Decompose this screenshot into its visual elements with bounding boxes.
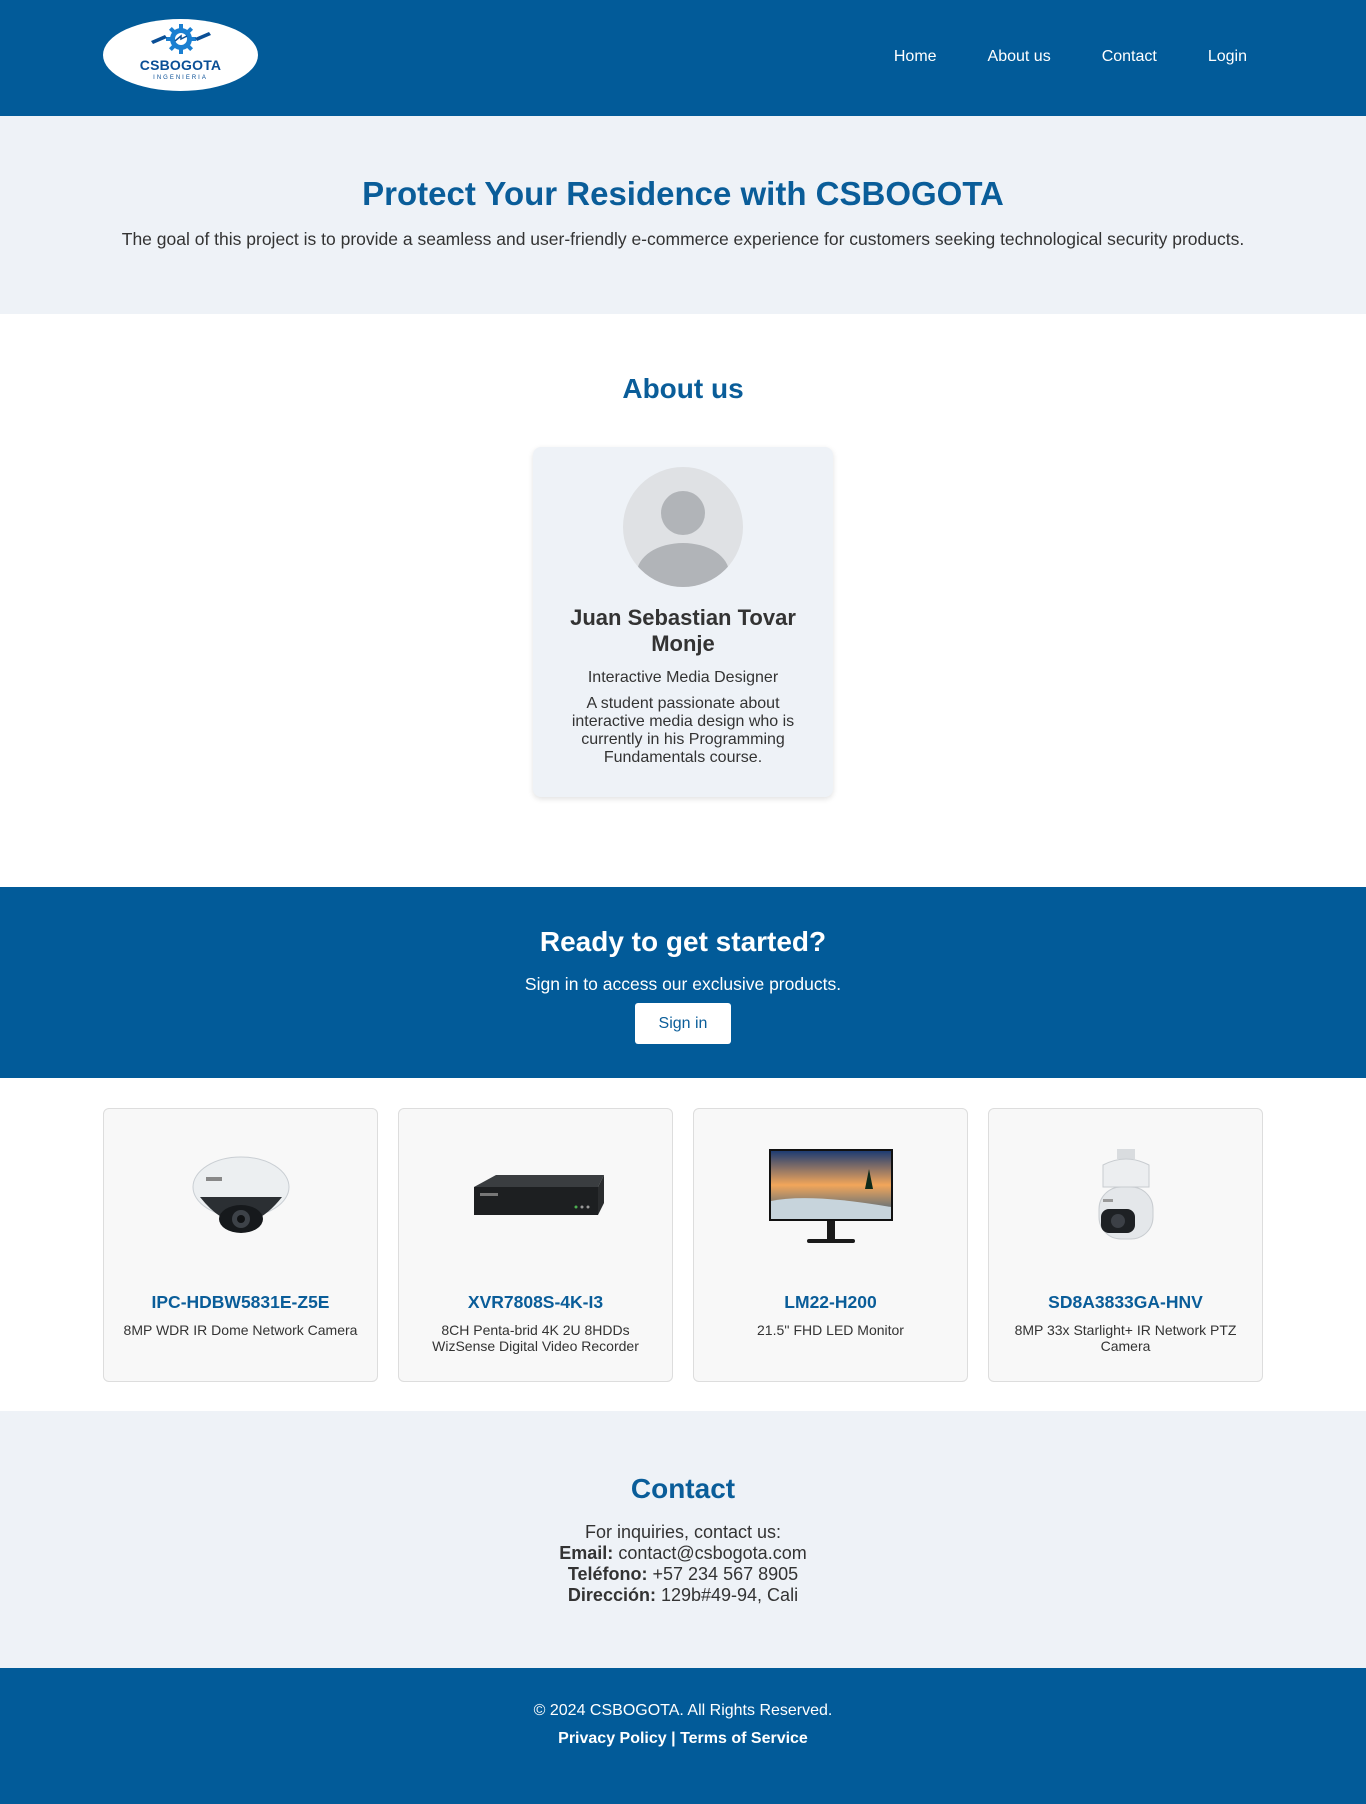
cta-section: Ready to get started? Sign in to access … — [0, 887, 1366, 1078]
address-label: Dirección: — [567, 1585, 656, 1605]
sign-in-button[interactable]: Sign in — [635, 1003, 731, 1044]
avatar-head — [661, 491, 705, 535]
logo-text: CSBOGOTA — [139, 57, 222, 73]
profile-bio: A student passionate about interactive m… — [571, 695, 795, 766]
terms-of-service-link[interactable]: Terms of Service — [680, 1730, 808, 1747]
product-name[interactable]: XVR7808S-4K-I3 — [399, 1292, 672, 1312]
privacy-policy-link[interactable]: Privacy Policy — [558, 1730, 667, 1747]
nav-login[interactable]: Login — [1208, 47, 1247, 67]
product-description: 8MP WDR IR Dome Network Camera — [123, 1322, 358, 1338]
avatar-placeholder-icon — [623, 467, 743, 587]
gear-wrench-icon — [150, 24, 211, 54]
hero-section: Protect Your Residence with CSBOGOTA The… — [0, 116, 1366, 314]
contact-section: Contact For inquiries, contact us: Email… — [0, 1411, 1366, 1668]
footer-separator: | — [671, 1730, 676, 1747]
site-header: CSBOGOTA INGENIERIA Home About us Contac… — [0, 0, 1366, 116]
video-recorder-image — [399, 1149, 672, 1249]
logo-subtitle: INGENIERIA — [153, 75, 208, 81]
contact-email-line: Email: contact@csbogota.com — [0, 1543, 1366, 1564]
about-title: About us — [622, 373, 744, 404]
about-section: About us Juan Sebastian Tovar Monje Inte… — [0, 314, 1366, 887]
contact-details: For inquiries, contact us: Email: contac… — [0, 1522, 1366, 1606]
phone-label: Teléfono: — [567, 1564, 648, 1584]
product-card[interactable]: SD8A3833GA-HNV 8MP 33x Starlight+ IR Net… — [988, 1108, 1263, 1382]
profile-card: Juan Sebastian Tovar Monje Interactive M… — [533, 447, 833, 797]
email-value[interactable]: contact@csbogota.com — [618, 1543, 806, 1563]
copyright-text: © 2024 CSBOGOTA. All Rights Reserved. — [533, 1702, 833, 1719]
cta-text: Sign in to access our exclusive products… — [524, 974, 842, 994]
product-name[interactable]: SD8A3833GA-HNV — [989, 1292, 1262, 1312]
product-card[interactable]: LM22-H200 21.5'' FHD LED Monitor — [693, 1108, 968, 1382]
contact-title: Contact — [630, 1473, 736, 1504]
hero-title: Protect Your Residence with CSBOGOTA — [362, 175, 1004, 212]
profile-name: Juan Sebastian Tovar Monje — [570, 605, 796, 656]
dome-camera-image — [104, 1149, 377, 1249]
hero-text: The goal of this project is to provide a… — [121, 229, 1245, 249]
address-value: 129b#49-94, Cali — [660, 1585, 799, 1605]
site-footer: © 2024 CSBOGOTA. All Rights Reserved. Pr… — [0, 1668, 1366, 1804]
product-name[interactable]: IPC-HDBW5831E-Z5E — [104, 1292, 377, 1312]
contact-address-line: Dirección: 129b#49-94, Cali — [0, 1585, 1366, 1606]
products-section: IPC-HDBW5831E-Z5E 8MP WDR IR Dome Networ… — [0, 1078, 1366, 1411]
nav-contact[interactable]: Contact — [1102, 47, 1157, 67]
monitor-image — [694, 1149, 967, 1249]
nav-home[interactable]: Home — [894, 47, 937, 67]
phone-value: +57 234 567 8905 — [652, 1564, 799, 1584]
nav-about-us[interactable]: About us — [988, 47, 1051, 67]
main-nav: Home About us Contact Login — [894, 47, 1247, 67]
product-description: 8MP 33x Starlight+ IR Network PTZ Camera — [1014, 1322, 1237, 1354]
product-description: 21.5'' FHD LED Monitor — [757, 1322, 904, 1338]
csbogota-logo[interactable]: CSBOGOTA INGENIERIA — [103, 19, 258, 91]
contact-intro: For inquiries, contact us: — [584, 1522, 782, 1542]
product-name[interactable]: LM22-H200 — [694, 1292, 967, 1312]
product-description: 8CH Penta-brid 4K 2U 8HDDs WizSense Digi… — [432, 1322, 639, 1354]
product-card[interactable]: XVR7808S-4K-I3 8CH Penta-brid 4K 2U 8HDD… — [398, 1108, 673, 1382]
profile-role: Interactive Media Designer — [587, 669, 779, 686]
contact-phone-line: Teléfono: +57 234 567 8905 — [0, 1564, 1366, 1585]
product-card[interactable]: IPC-HDBW5831E-Z5E 8MP WDR IR Dome Networ… — [103, 1108, 378, 1382]
cta-title: Ready to get started? — [539, 926, 827, 957]
ptz-camera-image — [989, 1149, 1262, 1249]
email-label: Email: — [559, 1543, 614, 1563]
footer-links: Privacy Policy | Terms of Service — [0, 1729, 1366, 1749]
avatar-body — [637, 543, 729, 587]
